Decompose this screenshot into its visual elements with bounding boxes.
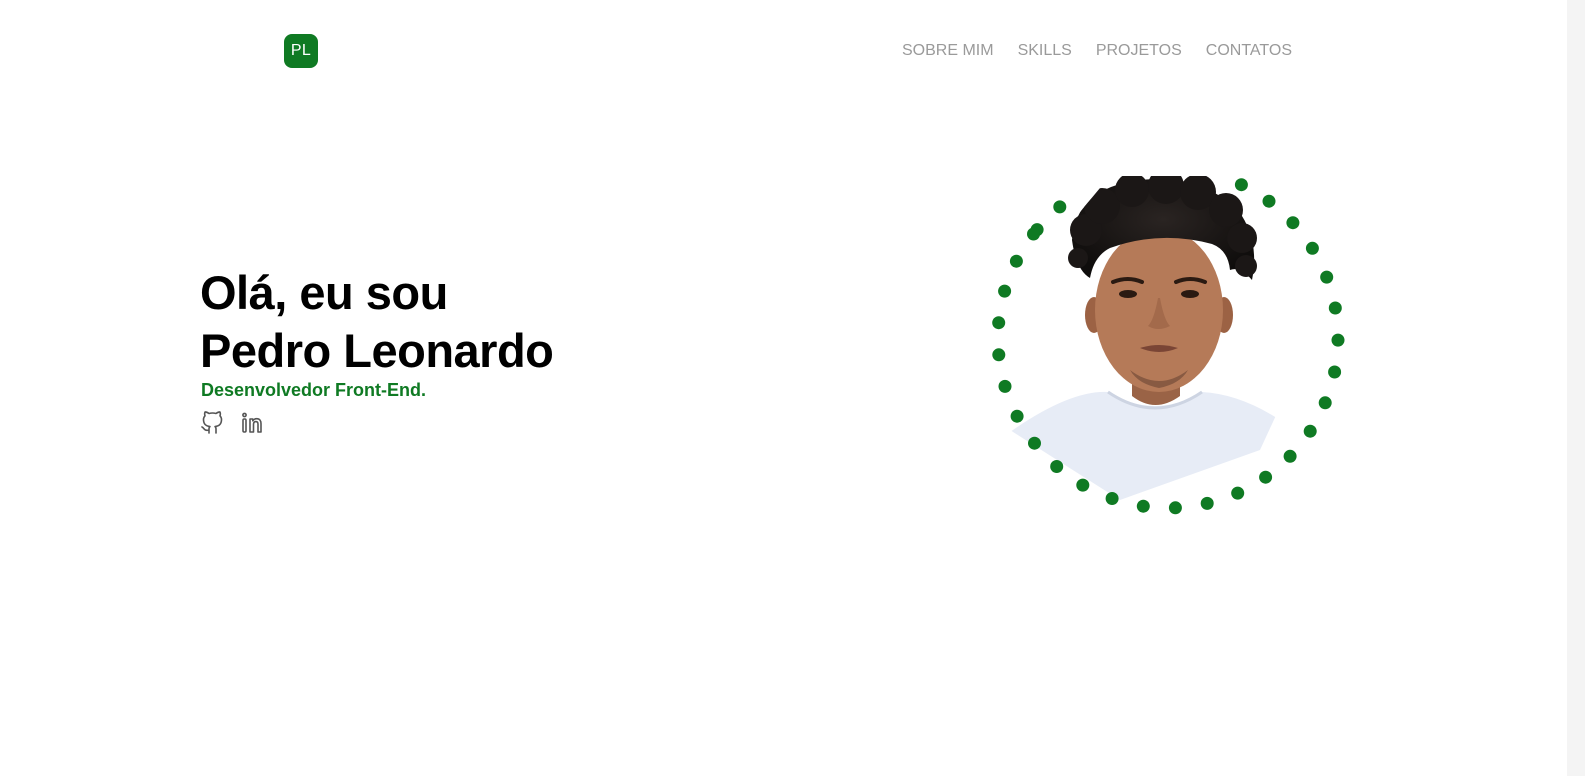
- ring-dot: [1318, 396, 1332, 410]
- linkedin-link[interactable]: [239, 410, 265, 436]
- ring-dot: [1010, 409, 1024, 423]
- nav-projetos[interactable]: PROJETOS: [1096, 40, 1182, 62]
- ring-dot: [1028, 436, 1041, 450]
- nav-skills[interactable]: SKILLS: [1018, 40, 1072, 62]
- ring-dot: [1009, 254, 1023, 268]
- ring-dot: [1262, 194, 1276, 208]
- ring-dot: [1234, 178, 1248, 192]
- ring-dot: [1286, 216, 1300, 230]
- ring-dot: [1027, 227, 1040, 241]
- hero-title-line-2: Pedro Leonardo: [200, 324, 554, 377]
- ring-dot: [1050, 460, 1064, 473]
- ring-dot: [992, 316, 1006, 330]
- ring-dot: [1303, 424, 1317, 438]
- ring-dot: [1200, 496, 1214, 510]
- logo-button[interactable]: PL: [284, 34, 318, 68]
- ring-dot: [998, 284, 1012, 298]
- profile-portrait: [990, 170, 1350, 530]
- page: PL SOBRE MIM SKILLS PROJETOS CONTATOS Ol…: [0, 0, 1585, 776]
- ring-dot: [1231, 486, 1245, 500]
- github-icon: [201, 411, 223, 434]
- ring-dot: [1168, 501, 1182, 515]
- ring-dot: [1305, 241, 1319, 255]
- ring-dot: [992, 348, 1006, 362]
- nav-sobre-mim[interactable]: SOBRE MIM: [902, 40, 994, 62]
- hero-title: Olá, eu sou Pedro Leonardo: [200, 264, 554, 380]
- linkedin-icon: [242, 412, 262, 433]
- ring-dot: [1259, 470, 1273, 484]
- ring-dot: [1331, 333, 1345, 347]
- ring-dot: [1320, 270, 1334, 284]
- ring-dot: [1105, 492, 1119, 505]
- hero-subtitle: Desenvolvedor Front-End.: [201, 380, 427, 400]
- ring-dot: [998, 379, 1012, 393]
- page-scrollbar-edge: [1567, 0, 1585, 776]
- social-links: [199, 410, 265, 436]
- github-link[interactable]: [199, 410, 225, 436]
- main-nav: SOBRE MIM SKILLS PROJETOS CONTATOS: [902, 40, 1292, 62]
- ring-dot: [1328, 365, 1342, 379]
- nav-contatos[interactable]: CONTATOS: [1206, 40, 1292, 62]
- ring-dot: [1053, 200, 1067, 214]
- ring-dot: [1283, 449, 1297, 463]
- ring-dot: [1136, 499, 1150, 513]
- ring-dot: [1076, 478, 1090, 492]
- ring-dot: [1328, 301, 1342, 315]
- hero-title-line-1: Olá, eu sou: [200, 266, 448, 319]
- dotted-ring: [992, 178, 1345, 515]
